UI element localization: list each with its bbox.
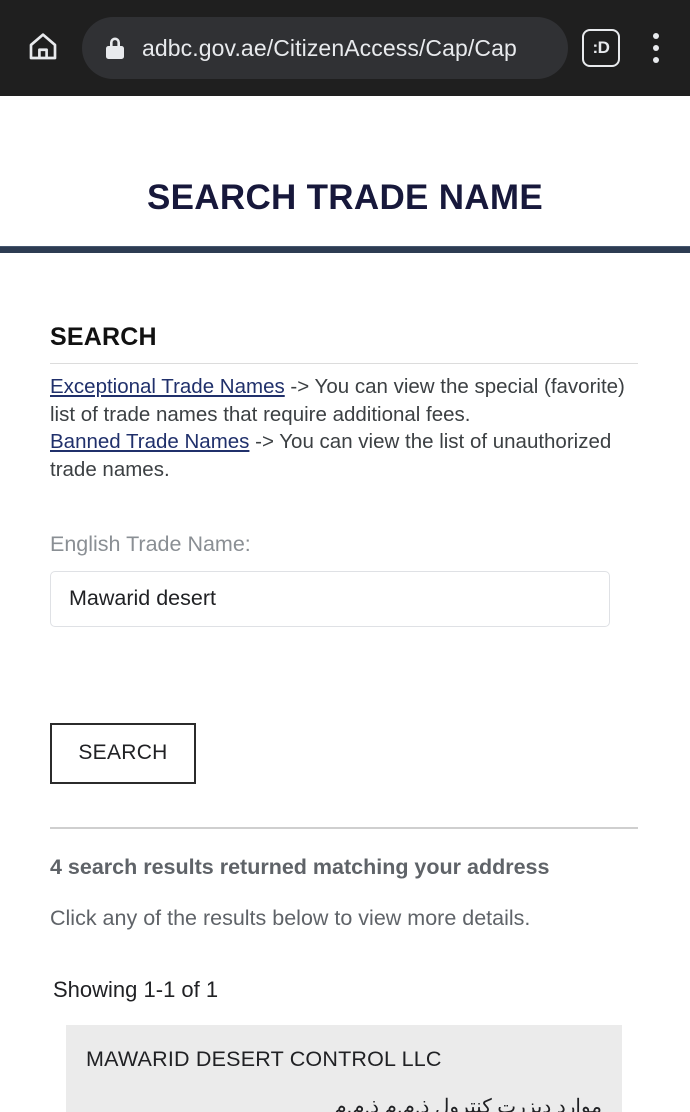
search-button[interactable]: SEARCH xyxy=(50,722,196,784)
showing-range-text: Showing 1-1 of 1 xyxy=(53,976,219,1002)
result-name-arabic: موارد ديزرت كنترول ذ.م.م ذ.م.م xyxy=(334,1095,602,1112)
browser-toolbar: adbc.gov.ae/CitizenAccess/Cap/Cap :D xyxy=(0,0,690,96)
page-title: SEARCH TRADE NAME xyxy=(147,178,543,217)
content-container: SEARCH Exceptional Trade Names -> You ca… xyxy=(0,323,690,1112)
section-heading-search: SEARCH xyxy=(50,323,157,351)
result-name-english: MAWARID DESERT CONTROL LLC xyxy=(86,1046,442,1071)
link-banned-trade-names[interactable]: Banned Trade Names xyxy=(50,430,249,453)
heading-divider xyxy=(50,363,638,364)
results-hint-text: Click any of the results below to view m… xyxy=(50,905,531,930)
page-content: SEARCH TRADE NAME SEARCH Exceptional Tra… xyxy=(0,96,690,1112)
results-divider xyxy=(50,826,638,829)
address-bar[interactable]: adbc.gov.ae/CitizenAccess/Cap/Cap xyxy=(82,17,568,79)
result-list-item[interactable]: MAWARID DESERT CONTROL LLC موارد ديزرت ك… xyxy=(66,1024,622,1112)
overflow-menu-icon[interactable] xyxy=(642,26,670,70)
title-divider xyxy=(0,246,690,253)
url-text: adbc.gov.ae/CitizenAccess/Cap/Cap xyxy=(142,34,517,61)
home-icon xyxy=(27,30,59,67)
search-description: Exceptional Trade Names -> You can view … xyxy=(50,373,640,484)
link-exceptional-trade-names[interactable]: Exceptional Trade Names xyxy=(50,375,285,398)
tab-switcher-button[interactable]: :D xyxy=(582,29,620,67)
lock-icon xyxy=(104,35,126,61)
english-trade-name-label: English Trade Name: xyxy=(50,531,251,556)
home-button[interactable] xyxy=(16,21,70,75)
english-trade-name-input[interactable] xyxy=(50,570,610,627)
results-count-text: 4 search results returned matching your … xyxy=(50,854,550,879)
